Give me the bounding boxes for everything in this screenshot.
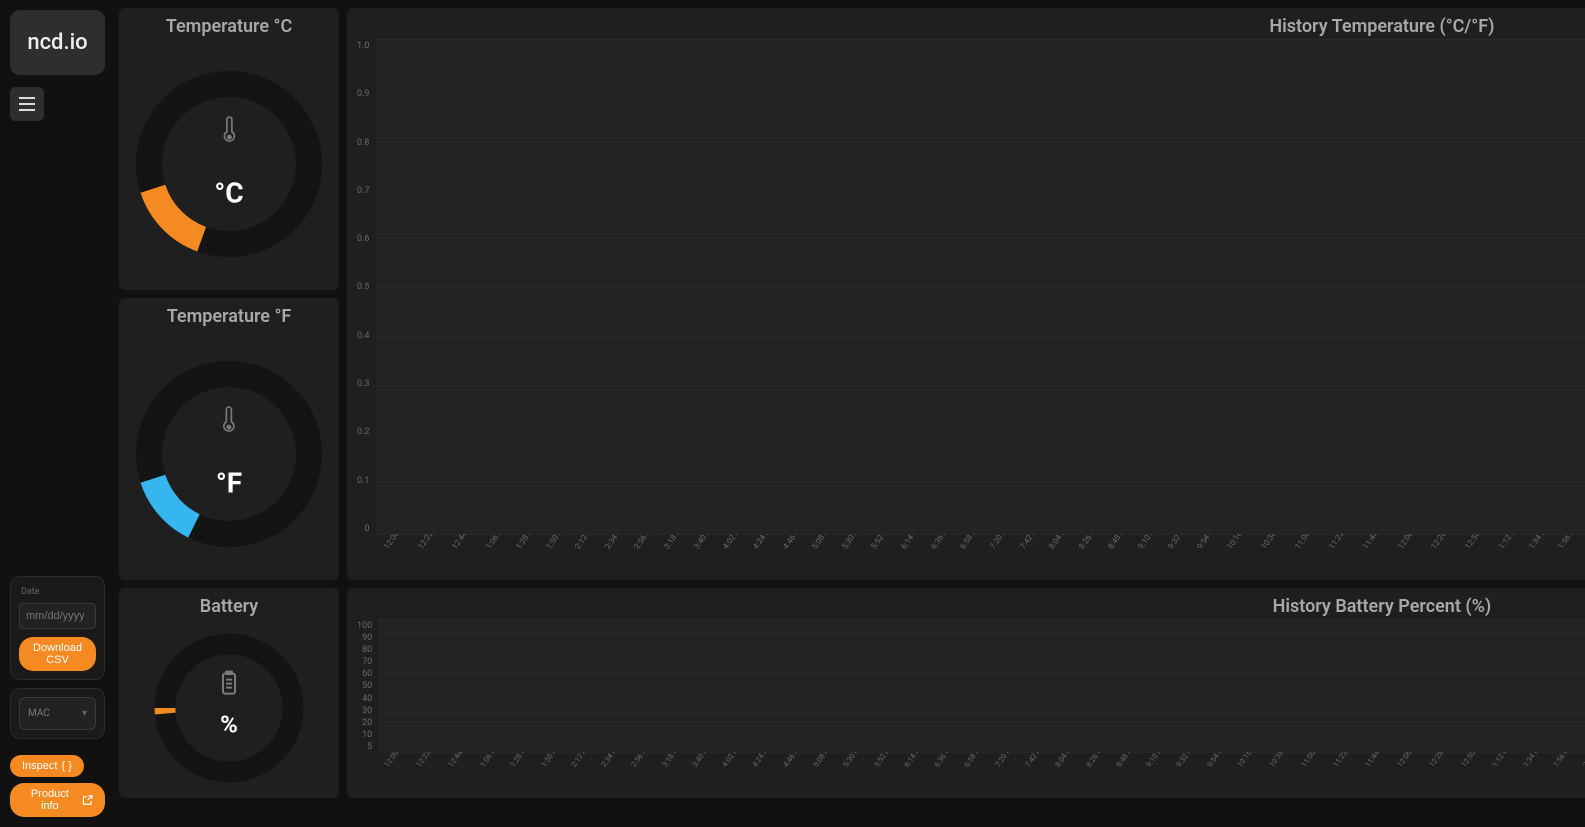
temp-f-title: Temperature °F xyxy=(167,306,292,327)
bottom-buttons: Inspect { } Product info xyxy=(10,755,105,817)
download-csv-button[interactable]: Download CSV xyxy=(19,637,96,671)
history-batt-plot xyxy=(378,619,1585,752)
product-info-button[interactable]: Product info xyxy=(10,783,105,817)
chevron-down-icon: ▾ xyxy=(82,708,87,719)
battery-gauge: % xyxy=(149,617,309,798)
temp-c-title: Temperature °C xyxy=(166,16,293,37)
braces-icon: { } xyxy=(61,760,71,772)
history-batt-yaxis: 1009080706050403020105 xyxy=(355,619,376,752)
thermometer-icon xyxy=(219,114,239,144)
history-batt-chart: History Battery Percent (%) 100908070605… xyxy=(347,588,1585,798)
temp-f-gauge: °F xyxy=(129,327,329,580)
sidebar: ncd.io Date Download CSV MAC ▾ Inspect {… xyxy=(0,0,115,827)
external-link-icon xyxy=(82,794,93,806)
history-batt-xaxis: 12:00 AM12:22 AM12:44 AM1:06 AM1:28 AM1:… xyxy=(355,752,1585,792)
brand-logo: ncd.io xyxy=(10,10,105,75)
battery-icon xyxy=(220,670,238,696)
product-info-label: Product info xyxy=(22,788,78,812)
battery-unit: % xyxy=(220,710,238,738)
hamburger-icon xyxy=(18,97,36,111)
inspect-button[interactable]: Inspect { } xyxy=(10,755,84,777)
menu-button[interactable] xyxy=(10,87,44,121)
battery-card: Battery % xyxy=(119,588,339,798)
date-download-panel: Date Download CSV xyxy=(10,576,105,680)
date-input[interactable] xyxy=(19,603,96,629)
history-batt-title: History Battery Percent (%) xyxy=(355,596,1585,617)
history-temp-yaxis: 1.00.90.80.70.60.50.40.30.20.10 xyxy=(355,39,374,534)
battery-title: Battery xyxy=(200,596,258,617)
mac-select[interactable]: MAC ▾ xyxy=(19,697,96,730)
main-grid: Temperature °C °C Temperature °F °F xyxy=(115,0,1585,827)
mac-select-label: MAC xyxy=(28,708,50,719)
temp-c-unit: °C xyxy=(214,176,243,209)
history-temp-chart: History Temperature (°C/°F) 1.00.90.80.7… xyxy=(347,8,1585,580)
inspect-label: Inspect xyxy=(22,760,57,772)
temp-f-unit: °F xyxy=(216,466,242,499)
temp-f-card: Temperature °F °F xyxy=(119,298,339,580)
temp-c-card: Temperature °C °C xyxy=(119,8,339,290)
mac-panel: MAC ▾ xyxy=(10,688,105,739)
thermometer-icon xyxy=(219,404,239,434)
history-temp-plot xyxy=(376,39,1585,534)
date-label: Date xyxy=(21,587,96,597)
history-temp-xaxis: 12:00 AM12:22 AM12:44 AM1:06 AM1:28 AM1:… xyxy=(355,534,1585,574)
history-temp-title: History Temperature (°C/°F) xyxy=(355,16,1585,37)
temp-c-gauge: °C xyxy=(129,37,329,290)
